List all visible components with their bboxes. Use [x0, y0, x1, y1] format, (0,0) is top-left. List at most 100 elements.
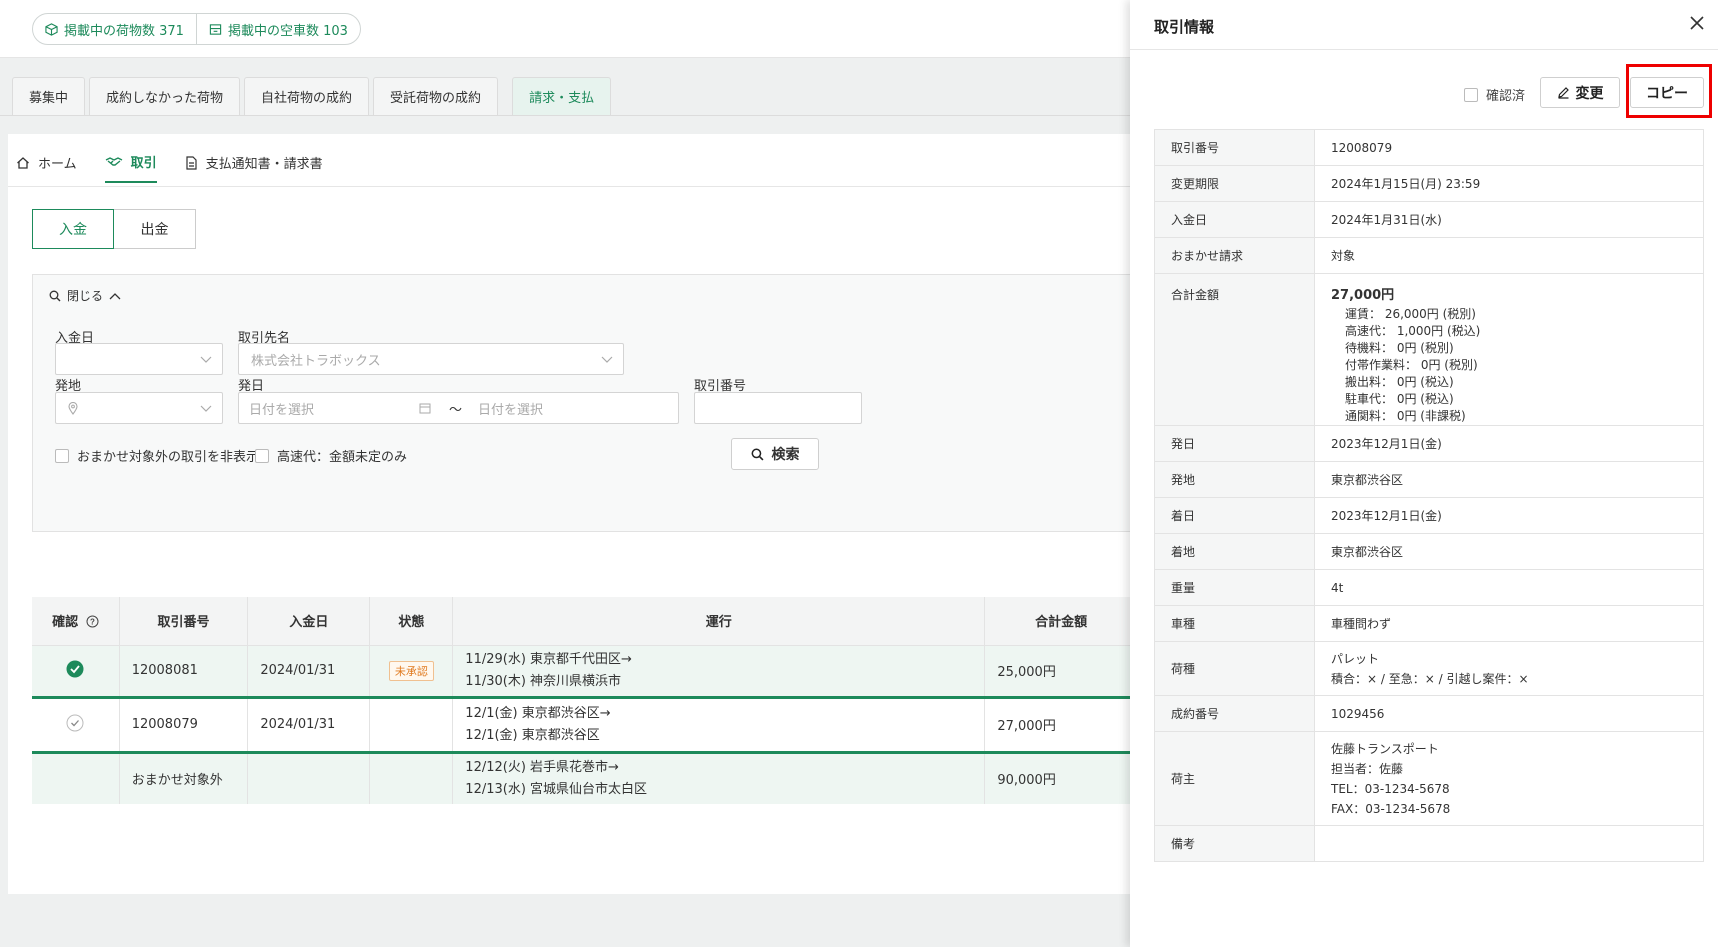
subnav-divider — [8, 186, 1138, 187]
detail-key: 変更期限 — [1154, 165, 1315, 202]
table-row[interactable]: 12008079 2024/01/31 12/1(金) 東京都渋谷区→ 12/1… — [32, 697, 1138, 754]
subnav-trade-label: 取引 — [130, 156, 157, 171]
partner-select[interactable]: 株式会社トラボックス — [238, 343, 624, 375]
filter-toggle[interactable]: 閉じる — [49, 287, 127, 304]
sub-navigation: ホーム 取引 支払通知書・請求書 — [16, 152, 351, 183]
detail-row-shipper: 荷主 佐藤トランスポート 担当者：佐藤 TEL：03-1234-5678 FAX… — [1154, 731, 1704, 826]
detail-value: 対象 — [1314, 237, 1704, 274]
chevron-down-icon — [601, 356, 613, 363]
partner-placeholder: 株式会社トラボックス — [251, 353, 381, 369]
checkbox-box[interactable] — [1464, 87, 1478, 102]
subnav-home-label: ホーム — [38, 157, 77, 172]
tab-own-cargo-contract[interactable]: 自社荷物の成約 — [244, 77, 370, 115]
detail-key: 着日 — [1154, 497, 1315, 534]
confirm-cell[interactable] — [32, 697, 120, 754]
col-route: 運行 — [452, 597, 986, 646]
route-to: 12/1(金) 東京都渋谷区 — [465, 727, 600, 743]
edit-button[interactable]: 変更 — [1540, 77, 1620, 108]
main-tabs: 募集中 成約しなかった荷物 自社荷物の成約 受託荷物の成約 請求・支払 — [12, 77, 615, 115]
table-row[interactable]: おまかせ対象外 12/12(火) 岩手県花巻市→ 12/13(水) 宮城県仙台市… — [32, 752, 1138, 804]
hide-non-omakase-checkbox[interactable]: おまかせ対象外の取引を非表示 — [55, 446, 259, 465]
detail-row-dest: 着地 東京都渋谷区 — [1154, 533, 1704, 570]
check-circle-filled-icon[interactable] — [66, 660, 84, 678]
detail-key: 発地 — [1154, 461, 1315, 498]
pencil-icon — [1557, 87, 1569, 99]
subnav-home[interactable]: ホーム — [16, 153, 77, 182]
segment-incoming[interactable]: 入金 — [32, 209, 114, 249]
col-total: 合計金額 — [984, 597, 1138, 646]
check-circle-outline-icon[interactable] — [66, 714, 84, 732]
detail-value: 2023年12月1日(金) — [1314, 497, 1704, 534]
shipper-name: 佐藤トランスポート — [1331, 741, 1439, 756]
tab-consigned-cargo-contract[interactable]: 受託荷物の成約 — [373, 77, 499, 115]
detail-value: 1029456 — [1314, 695, 1704, 732]
total-cell: 27,000円 — [984, 697, 1138, 754]
trade-detail-table: 取引番号 12008079 変更期限 2024年1月15日(月) 23:59 入… — [1154, 129, 1704, 862]
total-cell: 90,000円 — [984, 752, 1138, 804]
route-from: 12/12(火) 岩手県花巻市→ — [465, 759, 619, 775]
detail-value: 2024年1月15日(月) 23:59 — [1314, 165, 1704, 202]
detail-row-cargo: 荷種 パレット 積合：× / 至急：× / 引越し案件：× — [1154, 641, 1704, 696]
close-icon[interactable] — [1690, 16, 1704, 34]
highway-undetermined-checkbox[interactable]: 高速代：金額未定のみ — [255, 446, 407, 465]
segment-outgoing[interactable]: 出金 — [114, 209, 196, 249]
location-pin-icon — [68, 401, 78, 415]
detail-row-deadline: 変更期限 2024年1月15日(月) 23:59 — [1154, 165, 1704, 202]
payment-date-select[interactable] — [55, 343, 223, 375]
detail-row-note: 備考 — [1154, 825, 1704, 862]
confirm-cell — [32, 752, 120, 804]
subnav-documents[interactable]: 支払通知書・請求書 — [185, 153, 323, 182]
document-icon — [186, 155, 197, 170]
detail-key: 荷種 — [1154, 641, 1315, 696]
detail-value: 車種問わず — [1314, 605, 1704, 642]
payment-date-cell — [247, 752, 371, 804]
detail-key: 成約番号 — [1154, 695, 1315, 732]
breakdown-line: 運賃： 26,000円 (税別) — [1345, 307, 1476, 321]
help-circle-icon[interactable]: ? — [86, 615, 99, 628]
search-button[interactable]: 検索 — [731, 438, 819, 470]
search-icon — [49, 290, 61, 301]
edit-button-label: 変更 — [1575, 85, 1604, 102]
origin-select[interactable] — [55, 392, 223, 424]
copy-button-highlight — [1626, 64, 1712, 118]
detail-key: 発日 — [1154, 425, 1315, 462]
route-from: 12/1(金) 東京都渋谷区→ — [465, 705, 611, 721]
detail-key: 荷主 — [1154, 731, 1315, 826]
trade-no-cell: 12008081 — [119, 645, 249, 699]
cargo-count-text: 掲載中の荷物数 371 — [64, 23, 184, 39]
breakdown-line: 駐車代： 0円 (税込) — [1345, 392, 1454, 406]
confirm-cell[interactable] — [32, 645, 120, 699]
vehicle-count-stat[interactable]: 掲載中の空車数 103 — [195, 14, 360, 44]
detail-value: 12008079 — [1314, 129, 1704, 166]
detail-value: 東京都渋谷区 — [1314, 461, 1704, 498]
detail-key: 重量 — [1154, 569, 1315, 606]
checkbox-box[interactable] — [55, 448, 69, 463]
tab-not-contracted[interactable]: 成約しなかった荷物 — [89, 77, 241, 115]
cargo-type: パレット — [1331, 651, 1380, 666]
date-range-tilde: ～ — [449, 402, 463, 418]
table-row[interactable]: 12008081 2024/01/31 未承認 11/29(水) 東京都千代田区… — [32, 645, 1138, 699]
detail-row-weight: 重量 4t — [1154, 569, 1704, 606]
truck-icon — [209, 23, 222, 35]
search-button-label: 検索 — [771, 447, 800, 463]
breakdown-line: 付帯作業料： 0円 (税別) — [1345, 358, 1478, 372]
route-from: 11/29(水) 東京都千代田区→ — [465, 651, 632, 667]
tab-billing-payment[interactable]: 請求・支払 — [512, 77, 612, 115]
checkbox-box[interactable] — [255, 448, 269, 463]
table-header-row: 確認 ? 取引番号 入金日 状態 運行 合計金額 — [32, 597, 1138, 646]
col-trade-no: 取引番号 — [119, 597, 249, 646]
trade-no-cell: 12008079 — [119, 697, 249, 754]
detail-key: 入金日 — [1154, 201, 1315, 238]
detail-key: 取引番号 — [1154, 129, 1315, 166]
depart-date-range[interactable]: 日付を選択 ～ 日付を選択 — [238, 392, 679, 424]
trade-no-input[interactable] — [694, 392, 862, 424]
calendar-icon — [419, 403, 431, 414]
detail-value: 佐藤トランスポート 担当者：佐藤 TEL：03-1234-5678 FAX：03… — [1314, 731, 1704, 826]
svg-text:?: ? — [90, 618, 95, 627]
tab-recruiting[interactable]: 募集中 — [12, 77, 86, 115]
confirmed-checkbox[interactable]: 確認済 — [1464, 85, 1525, 104]
filter-toggle-label: 閉じる — [67, 289, 104, 303]
cargo-flags: 積合：× / 至急：× / 引越し案件：× — [1331, 671, 1529, 686]
subnav-trade[interactable]: 取引 — [104, 152, 157, 183]
cargo-count-stat[interactable]: 掲載中の荷物数 371 — [33, 14, 196, 44]
